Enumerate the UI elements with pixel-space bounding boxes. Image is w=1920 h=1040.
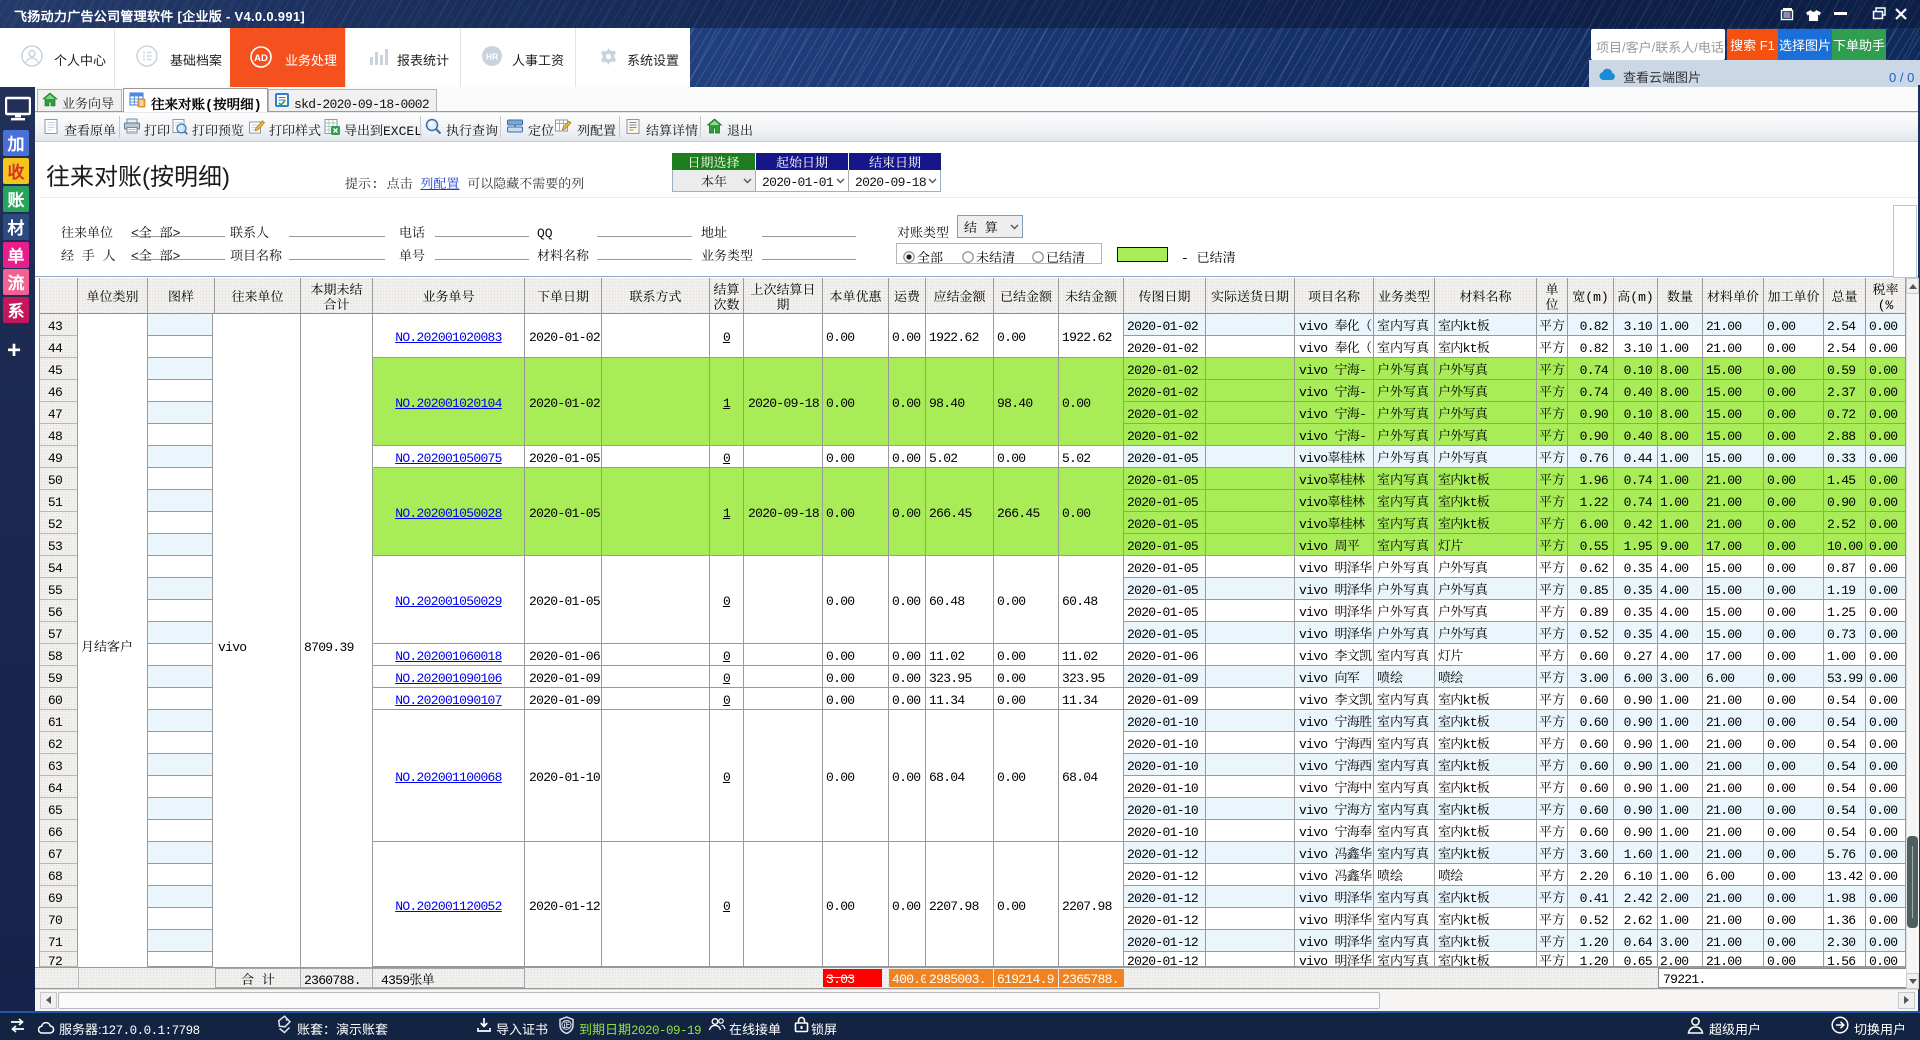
svg-text:HR: HR — [486, 52, 498, 62]
svg-text:正: 正 — [563, 1020, 571, 1031]
svg-text:AD: AD — [254, 53, 268, 64]
